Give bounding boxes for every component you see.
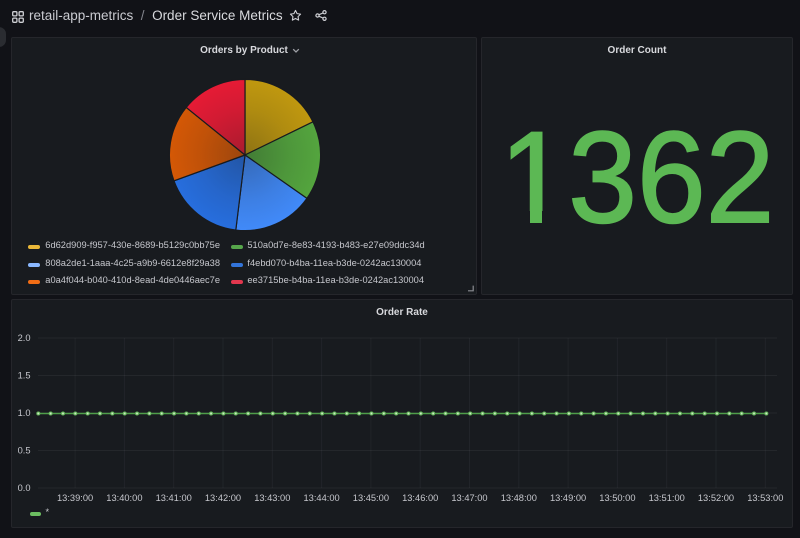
svg-text:13:44:00: 13:44:00 [303,493,339,503]
svg-text:13:48:00: 13:48:00 [501,493,537,503]
svg-text:0.5: 0.5 [18,445,31,455]
svg-text:13:40:00: 13:40:00 [106,493,142,503]
svg-text:13:46:00: 13:46:00 [402,493,438,503]
svg-text:13:41:00: 13:41:00 [156,493,192,503]
svg-text:2.0: 2.0 [18,333,31,343]
svg-text:13:49:00: 13:49:00 [550,493,586,503]
svg-text:13:52:00: 13:52:00 [698,493,734,503]
svg-text:13:47:00: 13:47:00 [451,493,487,503]
svg-text:13:51:00: 13:51:00 [649,493,685,503]
svg-text:0.0: 0.0 [18,483,31,493]
svg-text:13:45:00: 13:45:00 [353,493,389,503]
svg-text:13:53:00: 13:53:00 [747,493,783,503]
svg-text:13:50:00: 13:50:00 [599,493,635,503]
svg-text:13:42:00: 13:42:00 [205,493,241,503]
svg-text:13:39:00: 13:39:00 [57,493,93,503]
svg-text:1.5: 1.5 [18,370,31,380]
svg-text:13:43:00: 13:43:00 [254,493,290,503]
svg-text:1.0: 1.0 [18,408,31,418]
